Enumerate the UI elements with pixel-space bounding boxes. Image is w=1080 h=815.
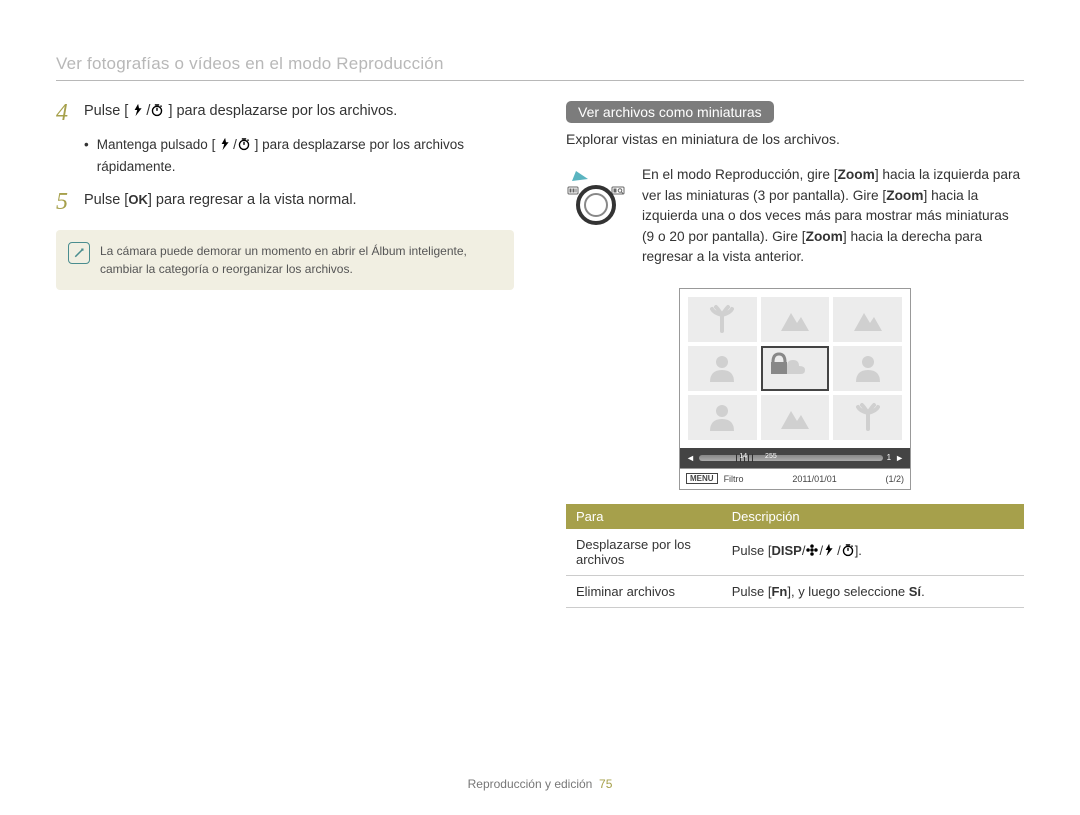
screen-slider: ◄ 14 255 1 ►	[680, 448, 910, 468]
thumbnail	[688, 346, 757, 391]
table-cell: Pulse [Fn], y luego seleccione Sí.	[722, 575, 1024, 607]
chevron-left-icon: ◄	[686, 453, 695, 463]
divider	[56, 80, 1024, 81]
table-cell: Eliminar archivos	[566, 575, 722, 607]
table-header-para: Para	[566, 504, 722, 529]
screen-date: 2011/01/01	[750, 474, 880, 484]
step-4: 4 Pulse [ / ] para desplazarse por los a…	[56, 101, 514, 125]
flash-icon	[219, 137, 233, 157]
chevron-right-icon: ►	[895, 453, 904, 463]
thumbnail	[761, 297, 830, 342]
zoom-instruction: En el modo Reproducción, gire [Zoom] hac…	[566, 165, 1024, 268]
ok-icon: OK	[128, 192, 148, 207]
lead-text: Explorar vistas en miniatura de los arch…	[566, 131, 1024, 147]
flash-icon	[823, 543, 837, 560]
timer-icon	[237, 137, 251, 157]
zoom-dial-icon	[566, 165, 626, 234]
footer-page-number: 75	[599, 777, 612, 791]
thumbnail-selected	[761, 346, 830, 391]
table-row: Desplazarse por los archivos Pulse [DISP…	[566, 529, 1024, 576]
zoom-text: En el modo Reproducción, gire [Zoom] hac…	[642, 165, 1024, 268]
footer-section: Reproducción y edición	[468, 777, 593, 791]
menu-chip: MENU	[686, 473, 718, 484]
left-column: 4 Pulse [ / ] para desplazarse por los a…	[56, 101, 514, 608]
camera-screen-preview: ◄ 14 255 1 ► MENU Filtro 2011/01/01 (1/2…	[679, 288, 911, 490]
step-number: 5	[56, 190, 74, 214]
step-text: Pulse [ / ] para desplazarse por los arc…	[84, 101, 397, 125]
note-text: La cámara puede demorar un momento en ab…	[100, 244, 467, 276]
table-cell: Pulse [DISP///].	[722, 529, 1024, 576]
timer-icon	[841, 543, 855, 560]
page-footer: Reproducción y edición 75	[0, 777, 1080, 791]
thumbnail	[688, 395, 757, 440]
subsection-pill: Ver archivos como miniaturas	[566, 101, 774, 123]
right-column: Ver archivos como miniaturas Explorar vi…	[566, 101, 1024, 608]
lock-icon	[763, 348, 795, 385]
note-icon	[68, 242, 90, 264]
step-text: Pulse [OK] para regresar a la vista norm…	[84, 190, 357, 214]
table-row: Eliminar archivos Pulse [Fn], y luego se…	[566, 575, 1024, 607]
step-number: 4	[56, 101, 74, 125]
timer-icon	[150, 103, 164, 123]
screen-page: (1/2)	[885, 474, 904, 484]
reference-table: Para Descripción Desplazarse por los arc…	[566, 504, 1024, 608]
thumbnail	[688, 297, 757, 342]
thumbnail	[761, 395, 830, 440]
section-header: Ver fotografías o vídeos en el modo Repr…	[56, 54, 1024, 74]
note-box: La cámara puede demorar un momento en ab…	[56, 230, 514, 290]
thumbnail	[833, 346, 902, 391]
screen-footer: MENU Filtro 2011/01/01 (1/2)	[680, 468, 910, 489]
flash-icon	[132, 103, 146, 123]
step-5: 5 Pulse [OK] para regresar a la vista no…	[56, 190, 514, 214]
thumbnail	[833, 297, 902, 342]
filtro-label: Filtro	[724, 474, 744, 484]
table-header-desc: Descripción	[722, 504, 1024, 529]
thumbnail	[833, 395, 902, 440]
flower-icon	[805, 543, 819, 560]
table-cell: Desplazarse por los archivos	[566, 529, 722, 576]
step-4-sub: • Mantenga pulsado [ / ] para desplazars…	[84, 135, 514, 176]
